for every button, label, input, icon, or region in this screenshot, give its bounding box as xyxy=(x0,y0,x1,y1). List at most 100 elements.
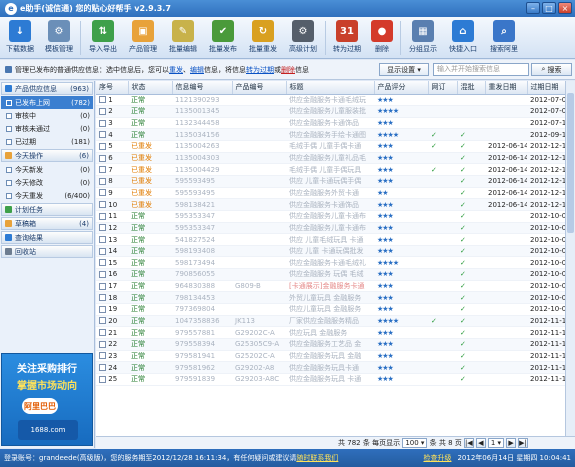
toolbar-product-button[interactable]: ▣ 产品管理 xyxy=(123,17,163,59)
toolbar-batch-edit-button[interactable]: ✎ 批量编辑 xyxy=(163,17,203,59)
prev-page-button[interactable]: ◀ xyxy=(475,438,486,448)
column-header[interactable]: 产品编号 xyxy=(232,81,287,95)
sidebar-item[interactable]: 已发布上网 (782) xyxy=(1,96,93,109)
page-select[interactable]: 1 ▾ xyxy=(487,438,505,448)
row-checkbox[interactable] xyxy=(99,294,106,302)
row-checkbox[interactable] xyxy=(99,282,106,290)
row-checkbox[interactable] xyxy=(99,107,106,115)
sidebar-item[interactable]: 今天重发 (6/400) xyxy=(1,189,93,202)
row-checkbox[interactable] xyxy=(99,177,106,185)
first-page-button[interactable]: |◀ xyxy=(463,438,474,448)
row-checkbox[interactable] xyxy=(99,154,106,162)
maximize-button[interactable]: □ xyxy=(542,2,556,14)
column-header[interactable]: 产品评分 xyxy=(374,81,429,95)
toolbar-advanced-button[interactable]: ⚙ 高级计划 xyxy=(283,17,323,59)
table-row[interactable]: 6 已重发 1135004303 供应金融服务儿童礼品毛 ★★★ ✓ 2012-06-14 2… xyxy=(96,152,565,165)
table-row[interactable]: 15 正常 598173494 供应金融服务卡通毛绒礼 ★★★★ ✓ 2012-10-05 xyxy=(96,256,565,270)
table-row[interactable]: 18 正常 798134453 外贸儿童玩具 金融服务 ★★★ ✓ 2012-10-05 xyxy=(96,291,565,305)
column-header[interactable]: 混批 xyxy=(457,81,486,95)
show-settings-button[interactable]: 显示设置 ▾ xyxy=(379,63,429,76)
row-checkbox[interactable] xyxy=(99,142,106,150)
vertical-scrollbar[interactable] xyxy=(565,81,575,436)
toolbar-batch-publish-button[interactable]: ✔ 批量发布 xyxy=(203,17,243,59)
toolbar-batch-repub-button[interactable]: ↻ 批量重发 xyxy=(243,17,283,59)
toolbar-delete-button[interactable]: ● 删除 xyxy=(366,17,398,59)
repub-link[interactable]: 重发 xyxy=(169,65,183,75)
sidebar-item[interactable]: 审核未通过 (0) xyxy=(1,122,93,135)
toolbar-template-button[interactable]: ⚙ 模板管理 xyxy=(40,17,78,59)
row-checkbox[interactable] xyxy=(99,189,106,197)
row-checkbox[interactable] xyxy=(99,96,106,104)
row-checkbox[interactable] xyxy=(99,224,106,232)
minimize-button[interactable]: – xyxy=(526,2,540,14)
scrollbar-thumb[interactable] xyxy=(567,93,574,233)
toolbar-import-button[interactable]: ⇅ 导入导出 xyxy=(83,17,123,59)
sidebar-group[interactable]: 查询结果 xyxy=(1,231,93,244)
row-checkbox[interactable] xyxy=(99,375,106,383)
table-row[interactable]: 22 正常 979558394 G25305C9-A 供应金融服务工艺品 金 ★★★ ✓ 20… xyxy=(96,338,565,351)
row-checkbox[interactable] xyxy=(99,340,106,348)
toolbar-download-button[interactable]: ↓ 下载数据 xyxy=(0,17,40,59)
toolbar-expire-button[interactable]: 31 转为过期 xyxy=(328,17,366,59)
sidebar-item[interactable]: 审核中 (0) xyxy=(1,109,93,122)
table-row[interactable]: 12 正常 595353347 供应金融服务儿童卡通布 ★★★ ✓ 2012-10-05 xyxy=(96,222,565,235)
expire-link[interactable]: 转为过期 xyxy=(246,65,274,75)
sidebar-item[interactable]: 已过期 (181) xyxy=(1,135,93,148)
table-row[interactable]: 4 正常 1135034156 供应金融服务手绘卡通图 ★★★★ ✓ ✓ 2012-09-10 xyxy=(96,128,565,142)
table-row[interactable]: 13 正常 541827524 供应 儿童毛绒玩具 卡通 ★★★ ✓ 2012-10-05 xyxy=(96,233,565,246)
column-header[interactable]: 重发日期 xyxy=(485,81,528,95)
toolbar-search-net-button[interactable]: ⌕ 搜索阿里 xyxy=(483,17,525,59)
row-checkbox[interactable] xyxy=(99,236,106,243)
row-checkbox[interactable] xyxy=(99,166,106,174)
sidebar-group[interactable]: 草稿箱 (4) xyxy=(1,217,93,230)
table-row[interactable]: 3 正常 1132344458 供应金融服务卡通饰品 ★★★ 2012-07-11 xyxy=(96,117,565,130)
table-row[interactable]: 11 正常 595353347 供应金融服务儿童卡通布 ★★★ ✓ 2012-10-05 xyxy=(96,210,565,223)
table-row[interactable]: 9 已重发 595593495 供应金融服务外贸卡通 ★★ ✓ 2012-06-14 2012… xyxy=(96,187,565,200)
table-row[interactable]: 2 正常 1135001345 供应金融服务儿童服装批 ★★★★ 2012-07-09 xyxy=(96,105,565,118)
row-checkbox[interactable] xyxy=(99,317,106,325)
row-checkbox[interactable] xyxy=(99,270,106,278)
row-checkbox[interactable] xyxy=(99,119,106,127)
delete-link[interactable]: 删除 xyxy=(281,65,295,75)
ad-banner[interactable]: 关注采购排行 掌握市场动向 阿里巴巴 1688.com xyxy=(1,353,93,446)
sidebar-group-today[interactable]: 今天操作 (6) xyxy=(1,149,93,162)
row-checkbox[interactable] xyxy=(99,305,106,313)
table-row[interactable]: 25 正常 979591839 G29203-A8C 供应金融服务玩具 卡通 ★★★ ✓ 20… xyxy=(96,373,565,386)
search-button[interactable]: ⌕ 搜索 xyxy=(531,63,572,76)
toolbar-group-button[interactable]: ▦ 分组显示 xyxy=(403,17,443,59)
row-checkbox[interactable] xyxy=(99,201,106,209)
table-row[interactable]: 24 正常 979581962 G29202-A8 供应金融服务玩具卡通 ★★★ ✓ 2012… xyxy=(96,361,565,374)
contact-us-link[interactable]: 随时联系我们 xyxy=(296,453,338,463)
table-row[interactable]: 14 正常 598193408 供应 儿童 卡通玩偶批发 ★★★ ✓ 2012-10-05 xyxy=(96,245,565,258)
column-header[interactable]: 网订 xyxy=(428,81,458,95)
check-update-link[interactable]: 检查升级 xyxy=(423,453,451,463)
sidebar-item[interactable]: 今天新发 (0) xyxy=(1,163,93,176)
row-checkbox[interactable] xyxy=(99,131,106,139)
column-header[interactable]: 序号 xyxy=(96,81,129,95)
last-page-button[interactable]: ▶| xyxy=(518,438,529,448)
row-checkbox[interactable] xyxy=(99,329,106,337)
column-header[interactable]: 信息编号 xyxy=(172,81,233,95)
per-page-select[interactable]: 100 ▾ xyxy=(402,438,428,448)
row-checkbox[interactable] xyxy=(99,352,106,360)
table-row[interactable]: 17 正常 964830388 G809-B [卡通展示]金融服务卡通 ★★★ ✓ 2012-… xyxy=(96,280,565,293)
next-page-button[interactable]: ▶ xyxy=(506,438,517,448)
row-checkbox[interactable] xyxy=(99,259,106,267)
table-row[interactable]: 5 已重发 1135004263 毛绒手偶 儿童手偶卡通 ★★★ ✓ ✓ 2012-06-14… xyxy=(96,140,565,153)
table-row[interactable]: 10 已重发 598138421 供应金融服务卡通饰品 ★★★ ✓ 2012-06-14 20… xyxy=(96,198,565,211)
table-row[interactable]: 7 已重发 1135004429 毛绒手偶 儿童手偶玩具 ★★★ ✓ ✓ 2012-06-14… xyxy=(96,163,565,176)
sidebar-item[interactable]: 今天修改 (0) xyxy=(1,176,93,189)
sidebar-group-supply[interactable]: 产品供应信息 (963) xyxy=(1,82,93,95)
sidebar-group[interactable]: 回收站 xyxy=(1,245,93,258)
table-row[interactable]: 23 正常 979581941 G25202C-A 供应金融服务玩具 金融 ★★★ ✓ 201… xyxy=(96,350,565,363)
column-header[interactable]: 状态 xyxy=(128,81,173,95)
table-row[interactable]: 21 正常 979557881 G29202C-A 供应玩具 金融服务 ★★★ ✓ 2012-… xyxy=(96,326,565,339)
row-checkbox[interactable] xyxy=(99,212,106,220)
edit-link[interactable]: 编辑 xyxy=(190,65,204,75)
search-input[interactable]: 输入并开始搜索信息 xyxy=(433,63,529,76)
sidebar-group[interactable]: 计划任务 xyxy=(1,203,93,216)
table-row[interactable]: 1 正常 1121390293 供应金融服务卡通毛绒玩 ★★★ 2012-07-09 xyxy=(96,94,565,107)
table-row[interactable]: 20 正常 1047358836 JK113 厂家供应金融服务精品 ★★★★ ✓ ✓ 2012-… xyxy=(96,315,565,328)
toolbar-quick-button[interactable]: ⌂ 快捷入口 xyxy=(443,17,483,59)
table-row[interactable]: 8 已重发 595593495 供应 儿童卡通玩偶手偶 ★★★ ✓ 2012-06-14 20… xyxy=(96,175,565,188)
